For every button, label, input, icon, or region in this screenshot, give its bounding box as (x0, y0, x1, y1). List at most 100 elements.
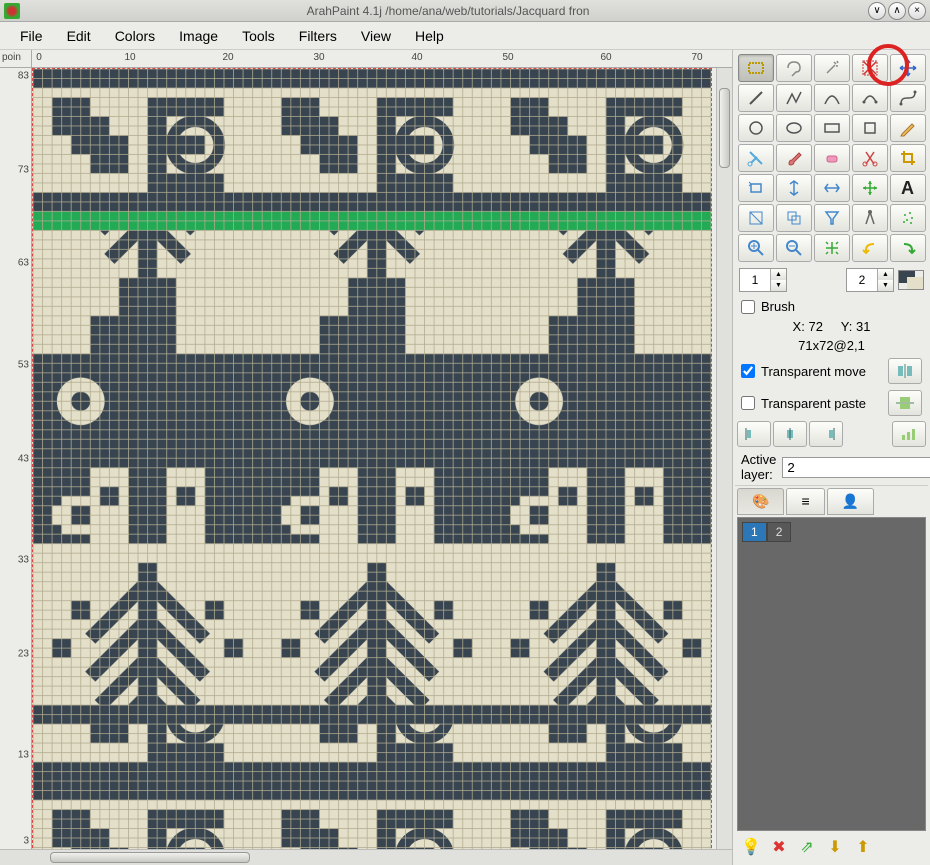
brush-checkbox-label: Brush (761, 299, 795, 314)
cut-tool[interactable] (738, 144, 774, 172)
window-title: ArahPaint 4.1j /home/ana/web/tutorials/J… (28, 4, 868, 18)
polyline-tool[interactable] (776, 84, 812, 112)
square-tool[interactable] (852, 114, 888, 142)
redo-tool[interactable] (890, 234, 926, 262)
menu-view[interactable]: View (349, 24, 403, 48)
color-index-spinner[interactable]: ▲▼ (846, 268, 894, 292)
menu-help[interactable]: Help (403, 24, 456, 48)
copy-tool[interactable] (776, 204, 812, 232)
move-tool[interactable] (890, 54, 926, 82)
tool-palette: A (735, 52, 928, 264)
brush-size-down[interactable]: ▼ (770, 280, 786, 291)
delete-icon[interactable]: ✖ (766, 834, 792, 860)
mirror-v-button[interactable] (888, 358, 922, 384)
compass-tool[interactable] (852, 204, 888, 232)
menu-edit[interactable]: Edit (55, 24, 103, 48)
ruler-corner: poin (0, 50, 32, 68)
window-controls: ∨ ∧ × (868, 2, 926, 20)
brush-size-up[interactable]: ▲ (770, 269, 786, 280)
user-tab[interactable]: 👤 (827, 488, 874, 515)
layer-panel: 1 2 (737, 517, 926, 831)
text-tool[interactable]: A (890, 174, 926, 202)
active-layer-input[interactable] (783, 458, 930, 477)
pencil-tool[interactable] (890, 114, 926, 142)
rect-select-tool[interactable] (738, 54, 774, 82)
transparent-move-checkbox[interactable] (741, 364, 755, 378)
minimize-button[interactable]: ∨ (868, 2, 886, 20)
ruler-top: poin 0 10 20 30 40 50 60 70 (0, 50, 732, 68)
app-icon (4, 3, 20, 19)
bezier-tool[interactable] (890, 84, 926, 112)
menubar: File Edit Colors Image Tools Filters Vie… (0, 22, 930, 50)
scrollbar-vertical[interactable] (716, 68, 732, 849)
active-layer-spinner[interactable]: ▲▼ (782, 457, 930, 478)
merge-icon[interactable]: ⇗ (794, 834, 820, 860)
brush-checkbox[interactable] (741, 300, 755, 314)
menu-filters[interactable]: Filters (287, 24, 349, 48)
layer-tab-1[interactable]: 1 (742, 522, 767, 542)
transparent-paste-checkbox[interactable] (741, 396, 755, 410)
layer-tab-2[interactable]: 2 (767, 522, 792, 542)
rotate-rect-tool[interactable] (738, 174, 774, 202)
ruler-left: 83 73 63 53 43 33 23 13 3 (0, 68, 32, 849)
close-button[interactable]: × (908, 2, 926, 20)
mirror-h-button[interactable] (888, 390, 922, 416)
fit-tool[interactable] (814, 234, 850, 262)
align-right-button[interactable] (809, 421, 843, 447)
color-idx-down[interactable]: ▼ (877, 280, 893, 291)
wand-tool[interactable] (814, 54, 850, 82)
scrollbar-thumb-v[interactable] (719, 88, 730, 168)
oval-tool[interactable] (776, 114, 812, 142)
transparent-move-label: Transparent move (761, 364, 866, 379)
ellipse-tool[interactable] (738, 114, 774, 142)
scrollbar-thumb-h[interactable] (50, 852, 250, 863)
scissors-tool[interactable] (852, 144, 888, 172)
align-center-button[interactable] (773, 421, 807, 447)
color-swatch[interactable] (898, 270, 924, 290)
rect-tool[interactable] (814, 114, 850, 142)
active-layer-label: Active layer: (741, 452, 776, 482)
lasso-tool[interactable] (776, 54, 812, 82)
canvas[interactable] (32, 68, 716, 849)
resize-tool[interactable] (738, 204, 774, 232)
funnel-tool[interactable] (814, 204, 850, 232)
x-select-tool[interactable] (852, 54, 888, 82)
arrows-move-tool[interactable] (852, 174, 888, 202)
line-tool[interactable] (738, 84, 774, 112)
cursor-coords: X: 72 Y: 31 (735, 317, 928, 336)
curve-tool[interactable] (814, 84, 850, 112)
menu-file[interactable]: File (8, 24, 55, 48)
arc-tool[interactable] (852, 84, 888, 112)
maximize-button[interactable]: ∧ (888, 2, 906, 20)
crop-tool[interactable] (890, 144, 926, 172)
bulb-icon[interactable]: 💡 (738, 834, 764, 860)
brush-size-input[interactable] (740, 269, 770, 291)
selection-info: 71x72@2,1 (735, 336, 928, 355)
lower-icon[interactable]: ⬇ (822, 834, 848, 860)
menu-colors[interactable]: Colors (103, 24, 167, 48)
flip-h-tool[interactable] (814, 174, 850, 202)
scrollbar-horizontal[interactable] (0, 849, 732, 865)
eraser-tool[interactable] (814, 144, 850, 172)
brush-size-spinner[interactable]: ▲▼ (739, 268, 787, 292)
raise-icon[interactable]: ⬆ (850, 834, 876, 860)
distribute-button[interactable] (892, 421, 926, 447)
sidebar: A ▲▼ ▲▼ (732, 50, 930, 865)
undo-tool[interactable] (852, 234, 888, 262)
titlebar: ArahPaint 4.1j /home/ana/web/tutorials/J… (0, 0, 930, 22)
layers-tab[interactable]: ≡ (786, 488, 824, 515)
canvas-area: poin 0 10 20 30 40 50 60 70 83 73 63 53 … (0, 50, 732, 865)
brush-tool[interactable] (776, 144, 812, 172)
jacquard-pattern (32, 68, 712, 849)
flip-v-tool[interactable] (776, 174, 812, 202)
align-left-button[interactable] (737, 421, 771, 447)
color-idx-up[interactable]: ▲ (877, 269, 893, 280)
transparent-paste-label: Transparent paste (761, 396, 866, 411)
color-index-input[interactable] (847, 269, 877, 291)
zoom-in-tool[interactable] (738, 234, 774, 262)
spray-tool[interactable] (890, 204, 926, 232)
palette-tab[interactable]: 🎨 (737, 488, 784, 515)
menu-tools[interactable]: Tools (230, 24, 287, 48)
menu-image[interactable]: Image (167, 24, 230, 48)
zoom-out-tool[interactable] (776, 234, 812, 262)
